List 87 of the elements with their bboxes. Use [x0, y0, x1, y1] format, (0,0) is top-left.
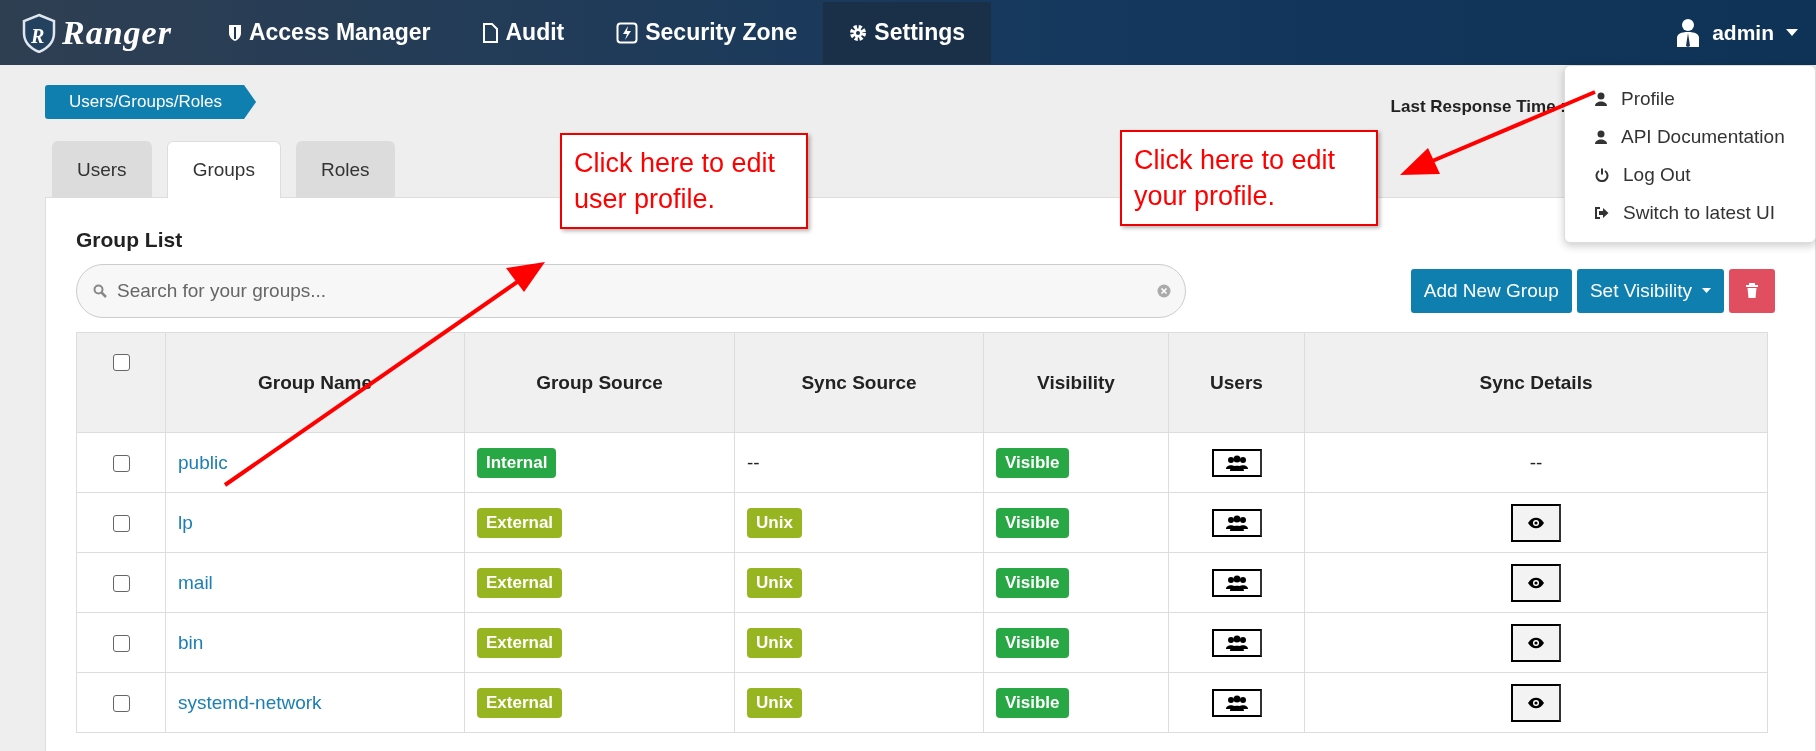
users-group-icon: [1225, 634, 1248, 651]
nav-menu-item[interactable]: Audit: [456, 1, 591, 64]
row-checkbox[interactable]: [112, 515, 130, 532]
visibility-badge: Visible: [996, 507, 1069, 538]
visibility-badge: Visible: [996, 627, 1069, 658]
column-header: Users: [1210, 371, 1263, 393]
caret-icon: [1786, 28, 1798, 37]
row-checkbox[interactable]: [112, 695, 130, 712]
nav-menu-item[interactable]: Settings: [823, 1, 992, 64]
caret-icon: [1702, 288, 1711, 294]
sync-details-button[interactable]: [1511, 503, 1561, 542]
search-icon: [93, 284, 107, 298]
user-icon: [1676, 17, 1701, 48]
sync-details-button[interactable]: [1511, 683, 1561, 722]
user-menu-toggle[interactable]: admin: [1676, 17, 1816, 48]
shield-icon: [227, 23, 242, 42]
table-cell: --: [747, 451, 760, 473]
column-header: Group Source: [536, 371, 663, 393]
brand-name[interactable]: Ranger: [62, 13, 172, 52]
column-header: Group Name: [258, 371, 372, 393]
users-button[interactable]: [1211, 628, 1262, 657]
group-name-link[interactable]: systemd-network: [178, 691, 322, 713]
visibility-badge: Visible: [996, 687, 1069, 718]
annotation-callout: Click here to edit your profile.: [1120, 130, 1378, 226]
group-source-badge: External: [477, 507, 563, 538]
eye-icon: [1527, 516, 1545, 529]
column-header: Visibility: [1037, 371, 1115, 393]
sync-source-badge: Unix: [747, 507, 802, 538]
add-new-group-button[interactable]: Add New Group: [1410, 269, 1572, 313]
dropdown-menu-item[interactable]: Profile: [1565, 80, 1815, 118]
eye-icon: [1527, 576, 1545, 589]
ranger-logo-icon: R: [22, 12, 56, 53]
sync-details-button[interactable]: [1511, 623, 1561, 662]
users-group-icon: [1225, 694, 1248, 711]
users-button[interactable]: [1211, 448, 1262, 477]
group-source-badge: External: [477, 687, 563, 718]
column-header: Sync Source: [801, 371, 917, 393]
trash-icon: [1745, 283, 1759, 299]
tab[interactable]: Roles: [295, 141, 395, 197]
dropdown-menu-item[interactable]: Log Out: [1565, 156, 1815, 194]
visibility-badge: Visible: [996, 447, 1069, 478]
breadcrumb[interactable]: Users/Groups/Roles: [45, 85, 257, 119]
sync-source-badge: Unix: [747, 687, 802, 718]
column-header: Sync Details: [1479, 371, 1593, 393]
group-source-badge: Internal: [477, 447, 557, 478]
group-name-link[interactable]: bin: [178, 631, 204, 653]
table-cell: --: [1529, 451, 1543, 473]
row-checkbox[interactable]: [112, 635, 130, 652]
users-button[interactable]: [1211, 688, 1262, 717]
users-group-icon: [1225, 454, 1248, 471]
nav-menu-item[interactable]: Access Manager: [201, 1, 457, 64]
delete-button[interactable]: [1729, 269, 1775, 313]
power-icon: [1595, 168, 1609, 182]
search-field[interactable]: Search for your groups...: [76, 264, 1186, 318]
group-name-link[interactable]: lp: [178, 511, 193, 533]
section-title: Group List: [76, 228, 184, 252]
row-checkbox[interactable]: [112, 575, 130, 592]
group-name-link[interactable]: mail: [178, 571, 213, 593]
sign-out-icon: [1595, 207, 1609, 219]
users-group-icon: [1225, 574, 1248, 591]
tab[interactable]: Groups: [166, 141, 281, 198]
eye-icon: [1527, 636, 1545, 649]
group-source-badge: External: [477, 567, 563, 598]
visibility-badge: Visible: [996, 567, 1069, 598]
sync-source-badge: Unix: [747, 567, 802, 598]
group-source-badge: External: [477, 627, 563, 658]
sync-details-button[interactable]: [1511, 563, 1561, 602]
users-button[interactable]: [1211, 508, 1262, 537]
tab[interactable]: Users: [52, 141, 152, 197]
nav-menu-item[interactable]: Security Zone: [590, 1, 824, 64]
select-all-checkbox[interactable]: [112, 354, 130, 372]
sync-source-badge: Unix: [747, 627, 802, 658]
users-group-icon: [1225, 514, 1248, 531]
person-icon: [1595, 130, 1607, 144]
settings-icon: [849, 23, 868, 42]
dropdown-menu-item[interactable]: Switch to latest UI: [1565, 194, 1815, 232]
group-name-link[interactable]: public: [178, 451, 228, 473]
users-button[interactable]: [1211, 568, 1262, 597]
dropdown-menu-item[interactable]: API Documentation: [1565, 118, 1815, 156]
set-visibility-button[interactable]: Set Visibility: [1576, 269, 1724, 313]
person-icon: [1595, 92, 1607, 106]
lightning-icon: [616, 21, 639, 44]
search-input[interactable]: Search for your groups...: [115, 279, 1149, 303]
file-icon: [482, 22, 499, 43]
row-checkbox[interactable]: [112, 455, 130, 472]
eye-icon: [1527, 696, 1545, 709]
annotation-callout: Click here to edit user profile.: [560, 133, 808, 229]
